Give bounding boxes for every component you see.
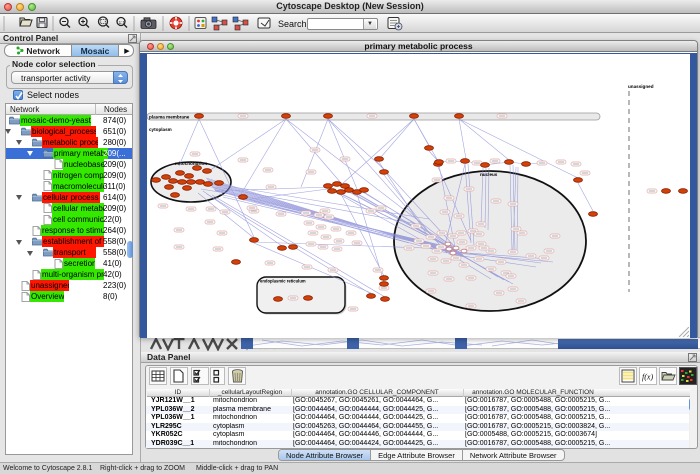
svg-text:1:1: 1:1 — [119, 20, 126, 25]
svg-text:mitochondrion: mitochondrion — [175, 161, 207, 166]
svg-text:nucleus: nucleus — [480, 172, 498, 177]
svg-text:plasma membrane: plasma membrane — [149, 115, 190, 120]
svg-text:unassigned: unassigned — [628, 84, 654, 89]
svg-text:cytoplasm: cytoplasm — [149, 127, 172, 132]
svg-text:endoplasmic reticulum: endoplasmic reticulum — [260, 279, 306, 284]
svg-text:f(x): f(x) — [642, 373, 653, 382]
